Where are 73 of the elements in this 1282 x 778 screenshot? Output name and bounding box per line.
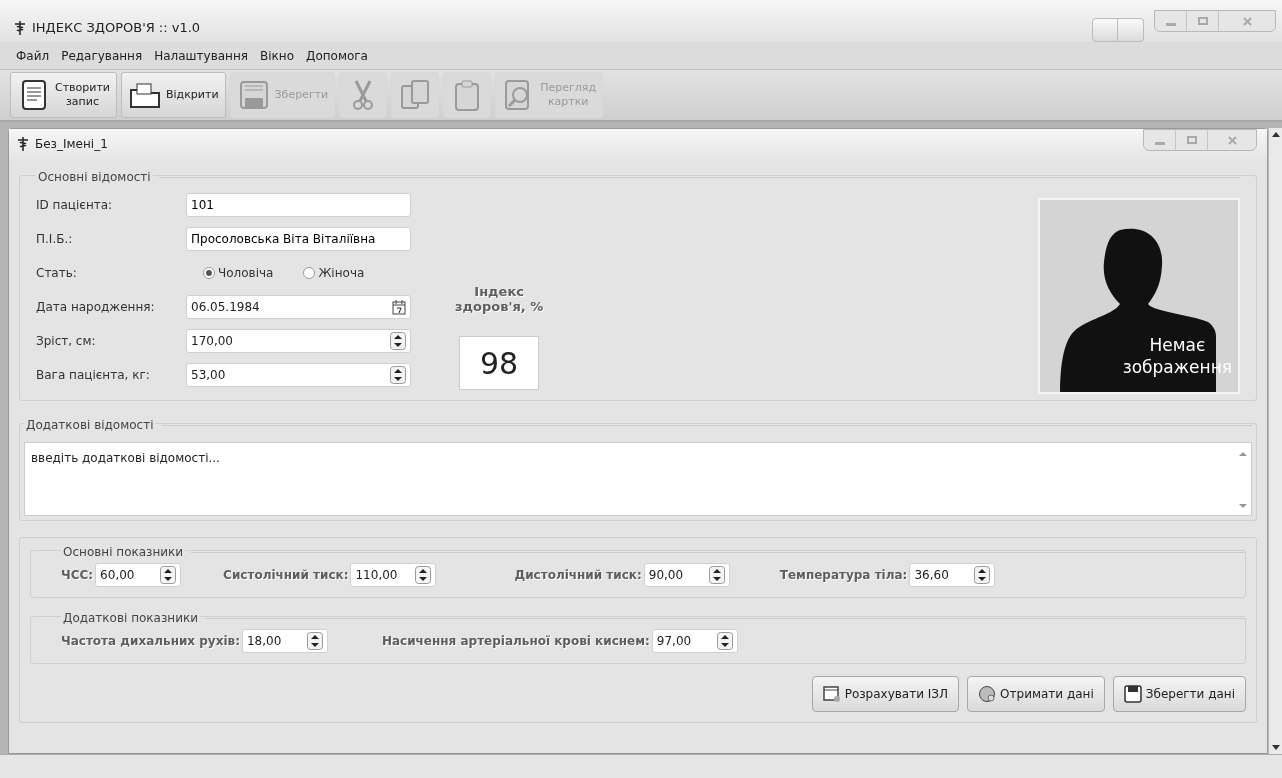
close-icon [1227, 135, 1237, 145]
indicator-label: Температура тіла: [779, 567, 908, 584]
field-value: 97,00 [656, 633, 692, 650]
spin-arrows-icon[interactable] [415, 566, 432, 584]
action-button[interactable]: Розрахувати ІЗЛ [811, 676, 960, 712]
indicator-label: Частота дихальних рухів: [61, 633, 240, 650]
text-field[interactable]: Просоловська Віта Віталіївна [186, 227, 411, 251]
field-label: Дата народження: [36, 299, 156, 316]
spin-arrows-icon[interactable] [160, 566, 177, 584]
field-label: Вага пацієнта, кг: [36, 367, 151, 384]
field-value: 53,00 [191, 367, 226, 384]
field-value: 60,00 [100, 567, 135, 584]
toolbar-button[interactable]: Відкрити [121, 72, 226, 118]
close-icon [1242, 16, 1252, 26]
menu-item[interactable]: Редагування [61, 46, 143, 65]
number-field[interactable]: 90,00 [643, 563, 730, 587]
caduceus-icon [17, 136, 29, 152]
field-label: П.І.Б.: [36, 231, 74, 248]
document-title: Без_Імені_1 [35, 136, 108, 153]
field-label: Зріст, см: [36, 333, 97, 350]
layout-button[interactable] [1092, 18, 1118, 42]
radio-label: Чоловіча [218, 265, 274, 282]
radio-button[interactable] [203, 267, 215, 279]
spin-arrows-icon[interactable] [306, 632, 323, 650]
field-value: 110,00 [355, 567, 398, 584]
menu-item[interactable]: Налаштування [154, 46, 248, 65]
number-field[interactable]: 53,00 [186, 363, 411, 387]
health-index-label: Індекс здоров'я, % [455, 284, 544, 314]
field-value: 170,00 [191, 333, 233, 350]
field-label: ID пацієнта: [36, 197, 114, 214]
field-value: 18,00 [246, 633, 282, 650]
scrollbar-arrows-icon [1238, 450, 1248, 510]
spin-arrows-icon[interactable] [390, 366, 406, 384]
date-field[interactable]: 06.05.1984 [186, 295, 411, 319]
notes-field[interactable]: введіть додаткові відомості... [24, 442, 1252, 516]
radio-label: Жіноча [318, 265, 365, 282]
field-value: 36,60 [914, 567, 949, 584]
calendar-icon[interactable] [392, 299, 406, 315]
number-field[interactable]: 36,60 [909, 563, 996, 587]
window-title: ІНДЕКС ЗДОРОВ'Я :: v1.0 [32, 19, 201, 38]
number-field[interactable]: 18,00 [241, 629, 328, 653]
spin-arrows-icon[interactable] [708, 566, 725, 584]
toolbar-button[interactable]: Створити запис [10, 72, 117, 118]
spin-arrows-icon[interactable] [390, 332, 406, 350]
menu-item[interactable]: Допомога [306, 46, 368, 65]
action-button[interactable]: Зберегти дані [1112, 676, 1246, 712]
indicator-label: Дистолічний тиск: [514, 567, 642, 584]
action-button[interactable]: Отримати дані [967, 676, 1105, 712]
scroll-down-icon[interactable] [1271, 745, 1280, 750]
menu-item[interactable]: Вікно [260, 46, 294, 65]
indicator-label: ЧСС: [61, 567, 94, 584]
text-field[interactable]: 101 [186, 193, 411, 217]
window-icon [822, 685, 841, 703]
spin-arrows-icon[interactable] [974, 566, 991, 584]
number-field[interactable]: 110,00 [350, 563, 437, 587]
indicator-label: Систолічний тиск: [223, 567, 349, 584]
indicator-label: Насичення артеріальної крові киснем: [381, 633, 650, 650]
number-field[interactable]: 170,00 [186, 329, 411, 353]
number-field[interactable]: 60,00 [95, 563, 182, 587]
menu-item[interactable]: Файл [16, 46, 50, 65]
layout-button[interactable] [1118, 18, 1144, 42]
number-field[interactable]: 97,00 [651, 629, 738, 653]
floppy-icon [1123, 685, 1142, 703]
field-value: 06.05.1984 [191, 299, 260, 316]
health-index-value: 98 [459, 336, 540, 390]
spin-arrows-icon[interactable] [716, 632, 733, 650]
scroll-up-icon[interactable] [1271, 132, 1280, 137]
scrollbar[interactable] [1268, 128, 1282, 754]
caduceus-icon [14, 20, 26, 36]
field-label: Стать: [36, 265, 78, 282]
globe-icon [978, 685, 997, 703]
field-value: 90,00 [648, 567, 684, 584]
radio-button[interactable] [303, 267, 316, 279]
